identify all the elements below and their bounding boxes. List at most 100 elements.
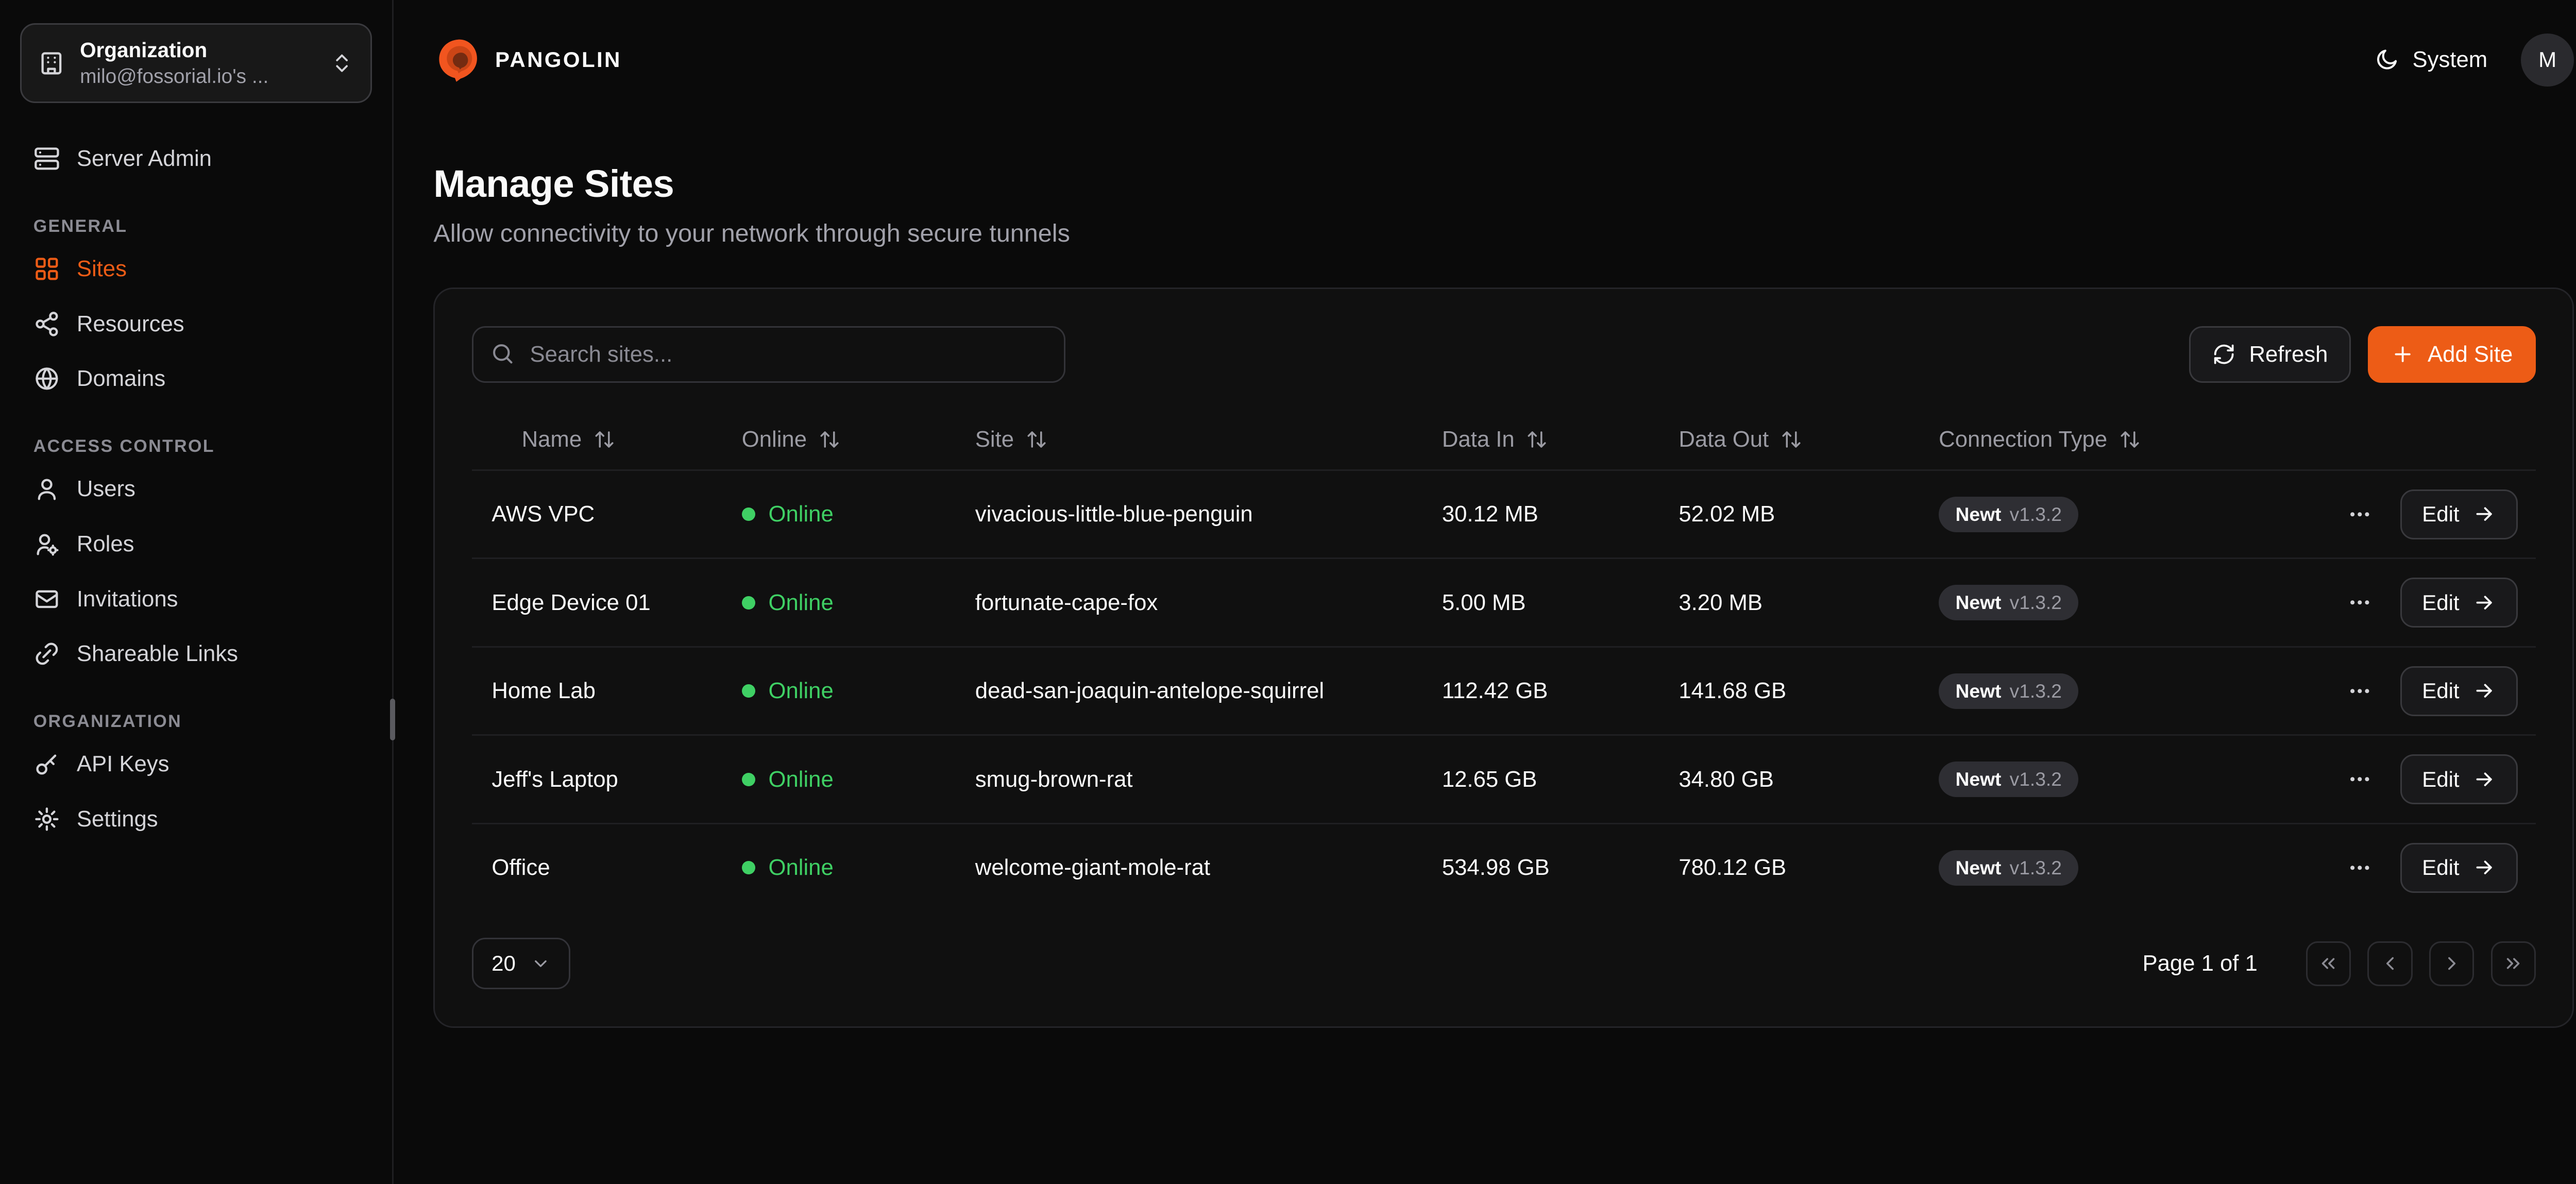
row-menu-button[interactable] [2344, 498, 2375, 530]
add-site-label: Add Site [2428, 342, 2513, 367]
connection-version: v1.3.2 [2010, 857, 2062, 879]
data-out: 3.20 MB [1659, 590, 1919, 616]
column-label: Data In [1442, 427, 1515, 452]
row-menu-button[interactable] [2344, 764, 2375, 795]
edit-label: Edit [2422, 679, 2459, 703]
connection-name: Newt [1956, 591, 2002, 614]
sidebar-item-users[interactable]: Users [20, 462, 372, 517]
connection-name: Newt [1956, 857, 2002, 879]
edit-button[interactable]: Edit [2400, 754, 2517, 804]
pager: Page 1 of 1 [2142, 941, 2536, 986]
row-menu-button[interactable] [2344, 852, 2375, 883]
site-slug: vivacious-little-blue-penguin [955, 501, 1422, 527]
server-icon [33, 145, 60, 172]
sidebar-item-domains[interactable]: Domains [20, 351, 372, 407]
column-label: Online [742, 427, 807, 452]
toolbar-actions: Refresh Add Site [2189, 326, 2536, 383]
column-header-connection-type[interactable]: Connection Type [1919, 427, 2302, 452]
site-slug: dead-san-joaquin-antelope-squirrel [955, 678, 1422, 704]
connection-type-badge: Newt v1.3.2 [1939, 762, 2078, 797]
column-header-data-out[interactable]: Data Out [1659, 427, 1919, 452]
section-title-access-control: ACCESS CONTROL [33, 436, 359, 456]
table-row: Home Lab Online dead-san-joaquin-antelop… [472, 646, 2536, 735]
sidebar-item-roles[interactable]: Roles [20, 516, 372, 571]
column-label: Data Out [1679, 427, 1769, 452]
moon-icon [2374, 47, 2399, 73]
search-input[interactable] [472, 326, 1065, 383]
refresh-button[interactable]: Refresh [2189, 326, 2351, 383]
row-menu-button[interactable] [2344, 587, 2375, 618]
topbar-right: System M [2374, 33, 2574, 87]
sidebar-item-label: Server Admin [77, 146, 212, 172]
edit-button[interactable]: Edit [2400, 843, 2517, 893]
sidebar-item-settings[interactable]: Settings [20, 791, 372, 847]
data-in: 534.98 GB [1422, 855, 1659, 881]
theme-label: System [2413, 47, 2488, 73]
next-page-button[interactable] [2429, 941, 2474, 986]
online-dot-icon [742, 596, 755, 610]
first-page-button[interactable] [2306, 941, 2351, 986]
arrow-right-icon [2472, 591, 2496, 614]
sort-icon [819, 429, 840, 450]
connection-type-badge: Newt v1.3.2 [1939, 850, 2078, 886]
theme-toggle-button[interactable]: System [2374, 47, 2487, 73]
site-slug: welcome-giant-mole-rat [955, 855, 1422, 881]
online-dot-icon [742, 508, 755, 521]
online-status: Online [722, 590, 955, 616]
add-site-button[interactable]: Add Site [2368, 326, 2536, 383]
column-header-site[interactable]: Site [955, 427, 1422, 452]
edit-button[interactable]: Edit [2400, 666, 2517, 716]
prev-page-button[interactable] [2367, 941, 2412, 986]
refresh-icon [2212, 343, 2235, 366]
edit-label: Edit [2422, 590, 2459, 615]
online-label: Online [769, 855, 834, 881]
user-icon [33, 476, 60, 502]
column-header-data-in[interactable]: Data In [1422, 427, 1659, 452]
building-icon [38, 50, 65, 77]
page-subtitle: Allow connectivity to your network throu… [433, 219, 2574, 248]
online-label: Online [769, 501, 834, 527]
page-size-select[interactable]: 20 [472, 938, 571, 989]
online-status: Online [722, 855, 955, 881]
last-page-button[interactable] [2491, 941, 2536, 986]
connection-type-badge: Newt v1.3.2 [1939, 673, 2078, 709]
plus-icon [2391, 343, 2414, 366]
sidebar-item-api-keys[interactable]: API Keys [20, 737, 372, 792]
avatar[interactable]: M [2521, 33, 2574, 87]
online-dot-icon [742, 773, 755, 786]
sidebar-item-sites[interactable]: Sites [20, 241, 372, 296]
table-row: Jeff's Laptop Online smug-brown-rat 12.6… [472, 734, 2536, 823]
sidebar-item-label: Resources [77, 311, 184, 337]
sidebar: Organization milo@fossorial.io's ... Ser… [0, 0, 394, 1184]
edit-button[interactable]: Edit [2400, 578, 2517, 628]
arrow-right-icon [2472, 856, 2496, 879]
sites-card: Refresh Add Site Name [433, 287, 2574, 1027]
row-actions: Edit [2302, 843, 2536, 893]
connection-name: Newt [1956, 680, 2002, 702]
column-header-name[interactable]: Name [472, 427, 722, 452]
table-row: Edge Device 01 Online fortunate-cape-fox… [472, 557, 2536, 646]
table-header-row: Name Online Site Data In [472, 409, 2536, 469]
online-label: Online [769, 767, 834, 792]
topbar: PANGOLIN System M [394, 0, 2576, 120]
online-status: Online [722, 678, 955, 704]
row-actions: Edit [2302, 489, 2536, 539]
row-menu-button[interactable] [2344, 675, 2375, 706]
globe-icon [33, 365, 60, 392]
sidebar-item-resources[interactable]: Resources [20, 296, 372, 351]
grid-icon [33, 256, 60, 282]
org-selector[interactable]: Organization milo@fossorial.io's ... [20, 23, 372, 103]
sidebar-item-server-admin[interactable]: Server Admin [20, 131, 372, 187]
connection-type-badge: Newt v1.3.2 [1939, 497, 2078, 532]
sidebar-item-invitations[interactable]: Invitations [20, 571, 372, 627]
org-label: Organization [80, 37, 315, 64]
sidebar-scrollbar-handle[interactable] [390, 699, 395, 740]
connection-version: v1.3.2 [2010, 680, 2062, 702]
connection-version: v1.3.2 [2010, 768, 2062, 790]
edit-button[interactable]: Edit [2400, 489, 2517, 539]
column-header-online[interactable]: Online [722, 427, 955, 452]
brand-logo[interactable]: PANGOLIN [433, 37, 621, 83]
edit-label: Edit [2422, 502, 2459, 527]
data-in: 12.65 GB [1422, 767, 1659, 792]
sidebar-item-shareable-links[interactable]: Shareable Links [20, 627, 372, 682]
